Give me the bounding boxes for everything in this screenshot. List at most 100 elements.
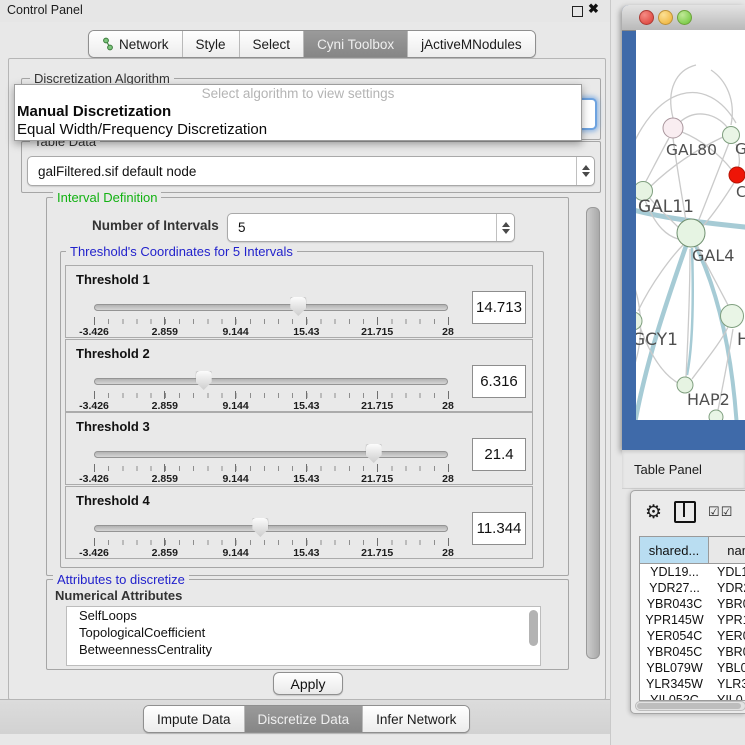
column-header-shared-name[interactable]: shared... — [640, 537, 709, 563]
cell-shared-name[interactable]: YBR045C — [640, 644, 709, 660]
split-columns-icon[interactable] — [674, 501, 696, 523]
threshold-slider[interactable]: -3.4262.8599.14415.4321.71528 — [94, 517, 448, 557]
combo-spinner-icon[interactable] — [576, 157, 594, 185]
combo-spinner-icon[interactable] — [496, 214, 514, 241]
cell-shared-name[interactable]: YBL079W — [640, 660, 709, 676]
table-panel-title: Table Panel — [634, 462, 702, 477]
panel-scrollbar[interactable] — [586, 207, 600, 659]
slider-tick-label: 9.144 — [222, 473, 248, 485]
dropdown-item[interactable]: Manual Discretization — [15, 103, 581, 121]
close-traffic-light-icon[interactable] — [639, 10, 654, 25]
tab-style[interactable]: Style — [183, 31, 240, 57]
tab-impute-data[interactable]: Impute Data — [144, 706, 245, 732]
cell-name[interactable]: YBR0 — [709, 596, 745, 612]
list-scrollbar[interactable] — [529, 610, 538, 646]
cell-name[interactable]: YDL1 — [709, 564, 745, 580]
threshold-slider[interactable]: -3.4262.8599.14415.4321.71528 — [94, 296, 448, 336]
slider-track[interactable] — [94, 304, 448, 311]
network-edge[interactable] — [680, 114, 727, 127]
cell-shared-name[interactable]: YPR145W — [640, 612, 709, 628]
node-bottom[interactable] — [709, 410, 723, 420]
cell-shared-name[interactable]: YDL19... — [640, 564, 709, 580]
slider-major-tick — [235, 538, 236, 546]
cell-shared-name[interactable]: YDR27... — [640, 580, 709, 596]
node-h[interactable] — [721, 305, 744, 328]
float-window-icon[interactable] — [572, 6, 583, 17]
tab-network[interactable]: Network — [89, 31, 183, 57]
table-row[interactable]: YPR145WYPR1 — [640, 612, 745, 628]
threshold-value-field[interactable]: 11.344 — [472, 512, 526, 545]
apply-button[interactable]: Apply — [273, 672, 343, 695]
slider-tick-label: 21.715 — [361, 473, 393, 485]
slider-major-tick — [235, 317, 236, 325]
cell-shared-name[interactable]: YER054C — [640, 628, 709, 644]
network-canvas[interactable]: GAL80GACGAL11GAL4GCY1HHAP2 — [636, 30, 745, 420]
threshold-value-field[interactable]: 6.316 — [472, 365, 526, 398]
table-row[interactable]: YDL19...YDL1 — [640, 564, 745, 580]
zoom-traffic-light-icon[interactable] — [677, 10, 692, 25]
slider-handle-icon[interactable] — [366, 444, 382, 463]
threshold-slider[interactable]: -3.4262.8599.14415.4321.71528 — [94, 370, 448, 410]
tab-jactivemnodules[interactable]: jActiveMNodules — [408, 31, 535, 57]
number-of-intervals-select[interactable]: 5 — [227, 213, 515, 242]
threshold-panel: Threshold 3 -3.4262.8599.14415.4321.7152… — [65, 412, 533, 485]
table-hscrollbar-thumb[interactable] — [637, 703, 741, 709]
cell-shared-name[interactable]: YBR043C — [640, 596, 709, 612]
table-row[interactable]: YBL079WYBL0 — [640, 660, 745, 676]
numerical-attributes-list[interactable]: SelfLoopsTopologicalCoefficientBetweenne… — [66, 606, 541, 666]
slider-handle-icon[interactable] — [196, 371, 212, 390]
threshold-value-field[interactable]: 21.4 — [472, 438, 526, 471]
threshold-value-field[interactable]: 14.713 — [472, 291, 526, 324]
table-row[interactable]: YBR045CYBR0 — [640, 644, 745, 660]
slider-tick-label: 2.859 — [152, 326, 178, 338]
gear-icon[interactable]: ⚙ — [645, 503, 662, 522]
threshold-slider[interactable]: -3.4262.8599.14415.4321.71528 — [94, 443, 448, 483]
cell-shared-name[interactable]: YLR345W — [640, 676, 709, 692]
cell-name[interactable]: YPR1 — [709, 612, 745, 628]
thresholds-group-label: Threshold's Coordinates for 5 Intervals — [66, 244, 297, 259]
node-gal4[interactable] — [677, 219, 705, 247]
table-row[interactable]: YER054CYER0 — [640, 628, 745, 644]
attribute-list-item[interactable]: BetweennessCentrality — [67, 641, 540, 658]
table-data-select[interactable]: galFiltered.sif default node — [27, 156, 595, 186]
network-edge[interactable] — [692, 327, 728, 379]
close-icon[interactable]: ✖ — [588, 1, 599, 17]
slider-major-tick — [94, 317, 95, 325]
slider-track[interactable] — [94, 378, 448, 385]
table-row[interactable]: YBR043CYBR0 — [640, 596, 745, 612]
table-row[interactable]: YDR27...YDR2 — [640, 580, 745, 596]
slider-handle-icon[interactable] — [252, 518, 268, 537]
dropdown-item[interactable]: Equal Width/Frequency Discretization — [15, 121, 581, 139]
tab-infer-network[interactable]: Infer Network — [363, 706, 469, 732]
attribute-list-item[interactable]: TopologicalCoefficient — [67, 624, 540, 641]
node-label-ga: GA — [735, 140, 745, 158]
slider-minor-ticks — [94, 319, 449, 324]
slider-tick-label: 28 — [442, 326, 454, 338]
minimize-traffic-light-icon[interactable] — [658, 10, 673, 25]
tab-cyni-toolbox[interactable]: Cyni Toolbox — [304, 31, 408, 57]
table-row[interactable]: YIL052CYIL0 — [640, 692, 745, 701]
cell-name[interactable]: YBL0 — [709, 660, 745, 676]
cell-name[interactable]: YBR0 — [709, 644, 745, 660]
slider-track[interactable] — [94, 451, 448, 458]
table-hscrollbar[interactable] — [635, 701, 745, 711]
cell-name[interactable]: YDR2 — [709, 580, 745, 596]
column-header-name[interactable]: name — [709, 537, 745, 563]
attribute-list-item[interactable]: SelfLoops — [67, 607, 540, 624]
node-table[interactable]: shared...name YDL19...YDL1YDR27...YDR2YB… — [639, 536, 745, 701]
cell-name[interactable]: YIL0 — [709, 692, 745, 701]
cell-name[interactable]: YLR3 — [709, 676, 745, 692]
slider-handle-icon[interactable] — [290, 297, 306, 316]
checkbox-icons[interactable]: ☑☑ — [708, 504, 733, 520]
node-red[interactable] — [729, 167, 745, 183]
cell-name[interactable]: YER0 — [709, 628, 745, 644]
table-row[interactable]: YLR345WYLR3 — [640, 676, 745, 692]
network-edge[interactable] — [671, 65, 696, 118]
slider-major-tick — [377, 464, 378, 472]
tab-select[interactable]: Select — [240, 31, 305, 57]
node-gal80[interactable] — [663, 118, 683, 138]
slider-track[interactable] — [94, 525, 448, 532]
cell-shared-name[interactable]: YIL052C — [640, 692, 709, 701]
slider-tick-label: -3.426 — [79, 400, 109, 412]
tab-discretize-data[interactable]: Discretize Data — [245, 706, 364, 732]
